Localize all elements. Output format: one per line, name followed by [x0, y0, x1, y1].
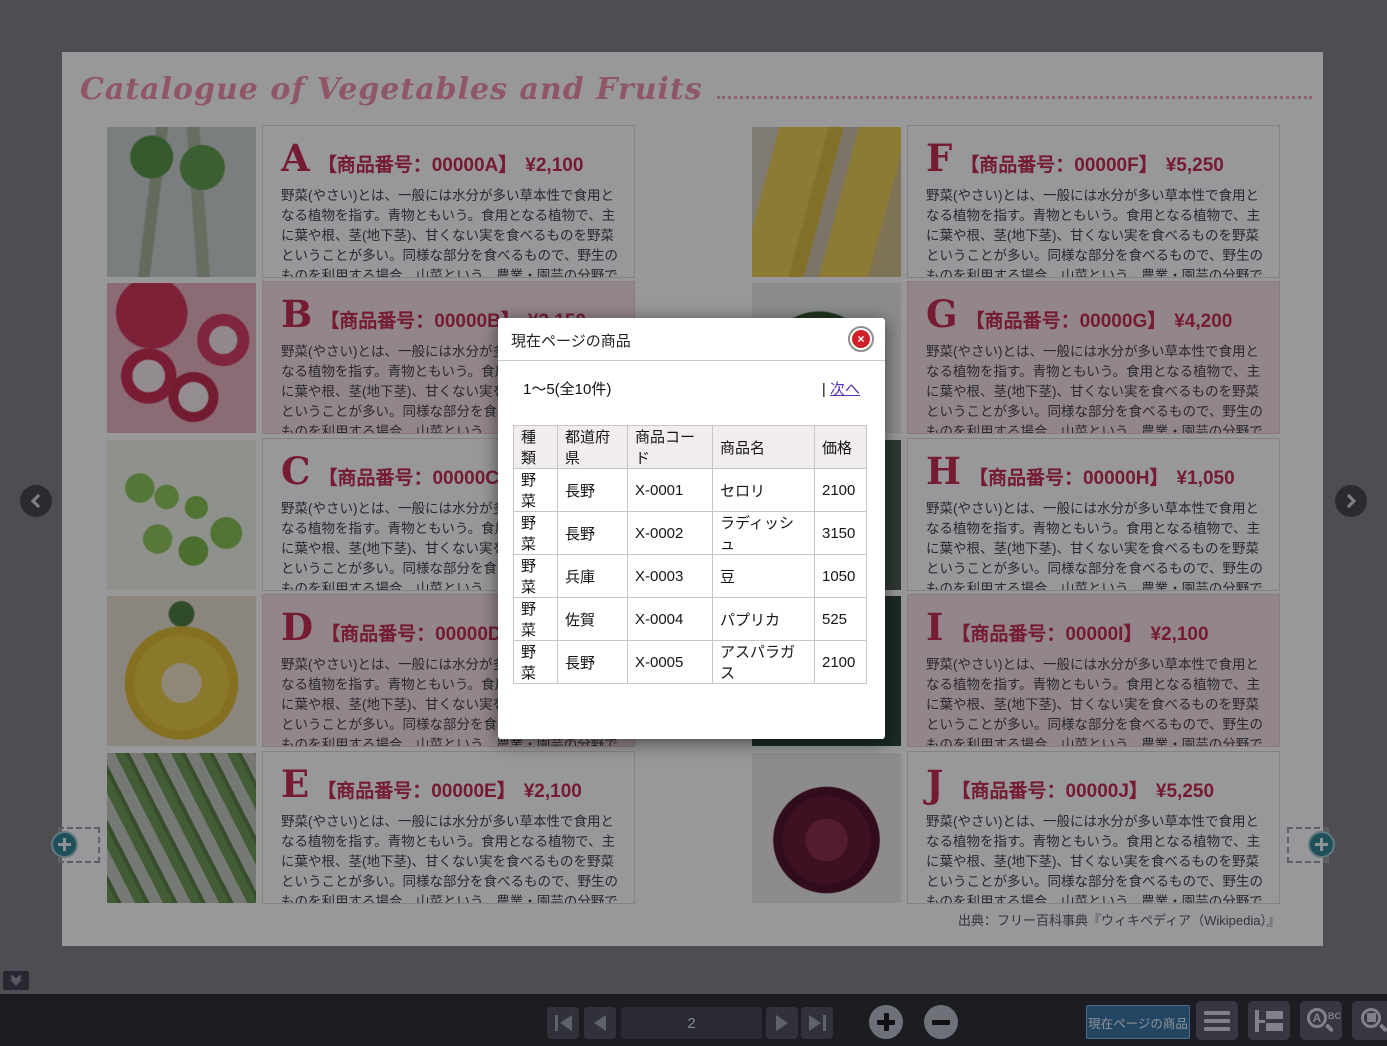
dialog-title: 現在ページの商品 [511, 330, 631, 351]
col-header-product-code: 商品コード [628, 426, 713, 469]
table-row: 野菜 佐賀 X-0004 パプリカ 525 [514, 598, 867, 641]
col-header-prefecture: 都道府県 [558, 426, 628, 469]
products-table: 種類 都道府県 商品コード 商品名 価格 野菜 長野 X-0001 セロリ 21… [513, 425, 867, 684]
col-header-product-name: 商品名 [713, 426, 815, 469]
table-row: 野菜 兵庫 X-0003 豆 1050 [514, 555, 867, 598]
pagination-links: | 次へ [822, 378, 860, 399]
pagination-separator: | [822, 381, 826, 398]
current-page-products-dialog: 現在ページの商品 × 1〜5(全10件) | 次へ 種類 都道府県 商品コード … [498, 318, 885, 739]
viewer-stage: Catalogue of Vegetables and Fruits A 【商品… [0, 0, 1387, 1046]
table-row: 野菜 長野 X-0001 セロリ 2100 [514, 469, 867, 512]
table-row: 野菜 長野 X-0002 ラディッシュ 3150 [514, 512, 867, 555]
result-range-label: 1〜5(全10件) [523, 378, 611, 399]
close-button[interactable]: × [848, 326, 874, 352]
pagination-row: 1〜5(全10件) | 次へ [498, 378, 885, 399]
col-header-price: 価格 [815, 426, 867, 469]
close-icon: × [852, 330, 870, 348]
col-header-type: 種類 [514, 426, 558, 469]
next-results-link[interactable]: 次へ [830, 381, 860, 398]
dialog-header: 現在ページの商品 × [498, 318, 885, 361]
table-row: 野菜 長野 X-0005 アスパラガス 2100 [514, 641, 867, 684]
table-header-row: 種類 都道府県 商品コード 商品名 価格 [514, 426, 867, 469]
